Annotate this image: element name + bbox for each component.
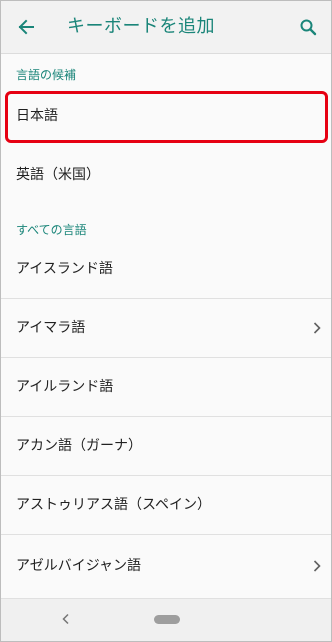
list-item-japanese[interactable]: 日本語	[1, 87, 331, 145]
search-button[interactable]	[293, 12, 323, 42]
list-item-label: 日本語	[16, 108, 58, 124]
nav-back-button[interactable]	[59, 612, 73, 626]
list-item-azerbaijani[interactable]: アゼルバイジャン語	[1, 537, 331, 595]
app-bar: キーボードを追加	[1, 1, 331, 54]
list-item-label: アイルランド語	[16, 379, 114, 395]
search-icon	[300, 19, 317, 36]
list-item-english-us[interactable]: 英語（米国）	[1, 146, 331, 204]
list-item-label: アイマラ語	[16, 320, 86, 336]
system-nav-bar	[1, 598, 331, 641]
arrow-left-icon	[18, 19, 34, 35]
screen: キーボードを追加 言語の候補 日本語 英語（米国） すべての言語 アイスランド語…	[0, 0, 332, 642]
back-button[interactable]	[11, 12, 41, 42]
chevron-right-icon	[311, 559, 323, 573]
section-header-suggested: 言語の候補	[16, 68, 77, 82]
list-item-label: アイスランド語	[16, 261, 113, 277]
nav-back-icon	[62, 613, 69, 625]
divider	[1, 534, 331, 535]
list-item-label: アストゥリアス語（スペイン）	[16, 497, 212, 513]
list-item-akan[interactable]: アカン語（ガーナ）	[1, 417, 331, 475]
list-item-icelandic[interactable]: アイスランド語	[1, 240, 331, 298]
list-item-label: アゼルバイジャン語	[16, 558, 142, 574]
list-item-asturian[interactable]: アストゥリアス語（スペイン）	[1, 476, 331, 534]
list-item-label: アカン語（ガーナ）	[16, 438, 142, 454]
list-item-label: 英語（米国）	[16, 167, 100, 183]
chevron-right-icon	[311, 321, 323, 335]
page-title: キーボードを追加	[67, 16, 215, 37]
section-header-all: すべての言語	[16, 223, 87, 237]
list-item-irish[interactable]: アイルランド語	[1, 358, 331, 416]
list-item-aymara[interactable]: アイマラ語	[1, 299, 331, 357]
home-pill-icon[interactable]	[154, 615, 180, 624]
